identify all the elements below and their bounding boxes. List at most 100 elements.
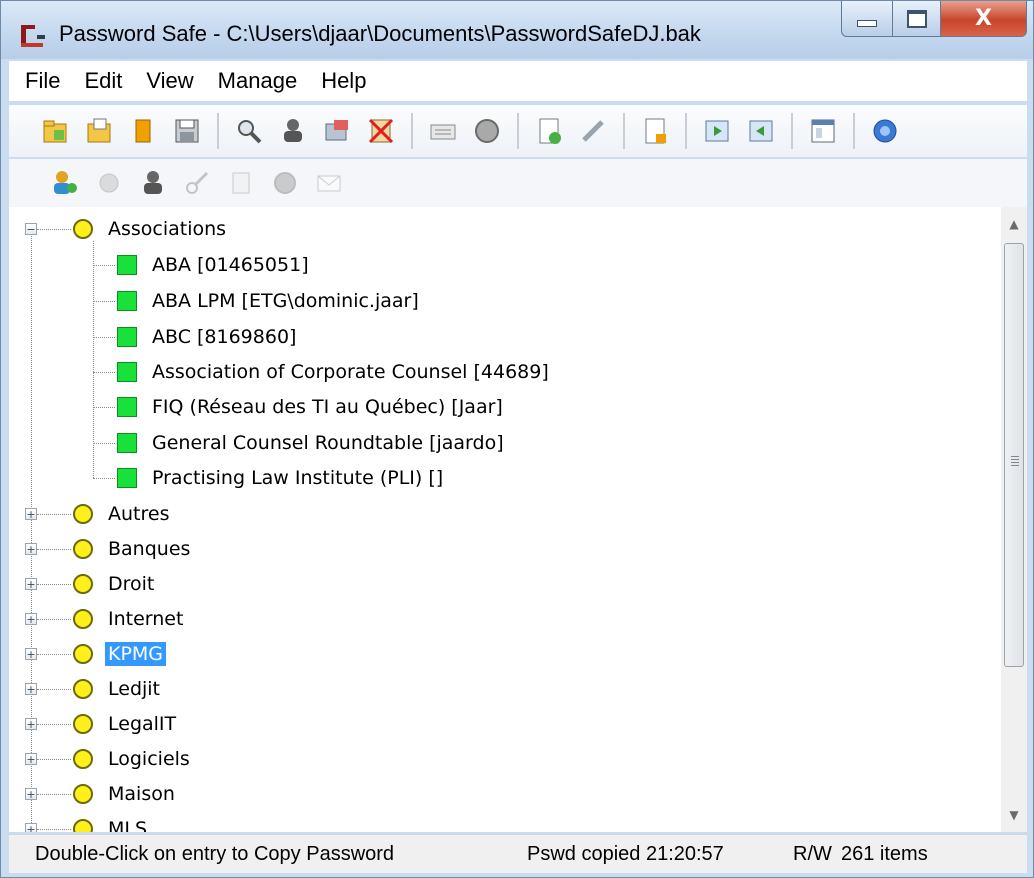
expand-toggle-icon[interactable]: + [25,543,37,555]
tree-group-kpmg[interactable]: KPMG [73,637,167,671]
entry-icon [117,397,137,417]
options-button[interactable] [805,113,841,149]
options-icon [811,119,835,143]
clear-clipboard-button[interactable] [363,113,399,149]
status-count: 261 items [841,842,928,865]
group-icon [73,539,93,559]
tree-group-ledjit[interactable]: Ledjit [73,672,163,706]
add-entry-button[interactable] [531,113,567,149]
copy-username-button[interactable] [275,113,311,149]
menu-edit[interactable]: Edit [72,68,134,94]
tree-group-label: Logiciels [108,748,190,770]
vertical-scrollbar[interactable]: ▲ ▼ [1001,207,1027,832]
toolbar-separator [853,113,855,149]
tree-group-mls[interactable]: MLS [73,812,150,832]
tree-group-internet[interactable]: Internet [73,602,186,636]
entry-icon [117,468,137,488]
expand-toggle-icon[interactable]: + [25,508,37,520]
expand-toggle-icon[interactable]: + [25,648,37,660]
app-window: Password Safe - C:\Users\djaar\Documents… [0,0,1034,878]
browse-url-button[interactable] [425,113,461,149]
tree-entry-label: Association of Corporate Counsel [44689] [152,361,549,383]
tree-line [31,223,32,832]
toolbar-separator [685,113,687,149]
expand-toggle-icon[interactable]: + [25,823,37,832]
tree-entry[interactable]: ABC [8169860] [117,320,299,354]
tree-group-banques[interactable]: Banques [73,532,193,566]
expand-toggle-icon[interactable]: + [25,683,37,695]
collapse-all-button[interactable] [743,113,779,149]
menu-help[interactable]: Help [309,68,378,94]
minimize-button[interactable] [841,1,893,37]
run-command-button[interactable] [91,165,127,201]
copy-password-button[interactable] [319,113,355,149]
add-entry-button-secondary[interactable] [47,165,83,201]
tree-entry[interactable]: General Counsel Roundtable [jaardo] [117,426,507,460]
autotype-button[interactable] [469,113,505,149]
save-icon [175,119,199,143]
delete-entry-button[interactable] [637,113,673,149]
copy-password-button-secondary[interactable] [179,165,215,201]
menu-view[interactable]: View [134,68,205,94]
expand-all-button[interactable] [699,113,735,149]
tree-entry[interactable]: Association of Corporate Counsel [44689] [117,355,552,389]
menu-bar: File Edit View Manage Help [9,61,1027,101]
scrollbar-thumb[interactable] [1004,243,1024,667]
tree-entry[interactable]: ABA LPM [ETG\dominic.jaar] [117,284,422,318]
tree-group-label: Banques [108,538,191,560]
tree-line [93,407,115,408]
expand-toggle-icon[interactable]: + [25,613,37,625]
tree-entry-label: ABA LPM [ETG\dominic.jaar] [152,290,419,312]
entry-icon [117,327,137,347]
tree-line [37,584,71,585]
menu-file[interactable]: File [9,68,72,94]
status-clipboard: Pswd copied 21:20:57 [527,842,724,865]
open-database-button[interactable] [81,113,117,149]
title-bar[interactable]: Password Safe - C:\Users\djaar\Documents… [1,1,1033,59]
tree-entry[interactable]: ABA [01465051] [117,248,312,282]
close-database-button[interactable] [125,113,161,149]
entry-tree[interactable]: − Associations ABA [01465051] ABA LPM [E… [9,207,1001,832]
run-icon [99,173,119,193]
entry-icon [117,291,137,311]
autotype-button-secondary[interactable] [267,165,303,201]
scrollbar-grip-icon [1011,456,1019,466]
tree-group-autres[interactable]: Autres [73,497,172,531]
minimize-icon [857,20,877,27]
new-database-icon [43,120,67,143]
tree-group-associations[interactable]: Associations [73,212,229,246]
tree-line [37,514,71,515]
expand-toggle-icon[interactable]: + [25,753,37,765]
tree-entry[interactable]: FIQ (Réseau des TI au Québec) [Jaar] [117,390,506,424]
menu-manage[interactable]: Manage [206,68,310,94]
copy-username-icon [144,171,162,194]
tree-entry[interactable]: Practising Law Institute (PLI) [] [117,461,446,495]
expand-toggle-icon[interactable]: + [25,788,37,800]
find-button[interactable] [231,113,267,149]
new-database-button[interactable] [37,113,73,149]
toolbar-separator [791,113,793,149]
close-button[interactable]: X [941,1,1027,37]
collapse-toggle-icon[interactable]: − [25,223,37,235]
scroll-up-button[interactable]: ▲ [1001,209,1027,239]
expand-toggle-icon[interactable]: + [25,578,37,590]
maximize-button[interactable] [893,1,941,37]
copy-notes-button[interactable] [223,165,259,201]
tree-group-legalit[interactable]: LegalIT [73,707,179,741]
tree-group-logiciels[interactable]: Logiciels [73,742,193,776]
send-email-button[interactable] [311,165,347,201]
tree-group-droit[interactable]: Droit [73,567,157,601]
copy-username-button-secondary[interactable] [135,165,171,201]
password-safe-logo-icon [21,25,45,47]
expand-toggle-icon[interactable]: + [25,718,37,730]
maximize-icon [906,9,927,28]
tree-line [93,265,115,266]
tree-line [37,759,71,760]
help-button[interactable] [867,113,903,149]
edit-entry-button[interactable] [575,113,611,149]
entry-icon [117,362,137,382]
tree-group-maison[interactable]: Maison [73,777,178,811]
scroll-down-button[interactable]: ▼ [1001,800,1027,830]
save-button[interactable] [169,113,205,149]
password-icon [274,172,296,194]
